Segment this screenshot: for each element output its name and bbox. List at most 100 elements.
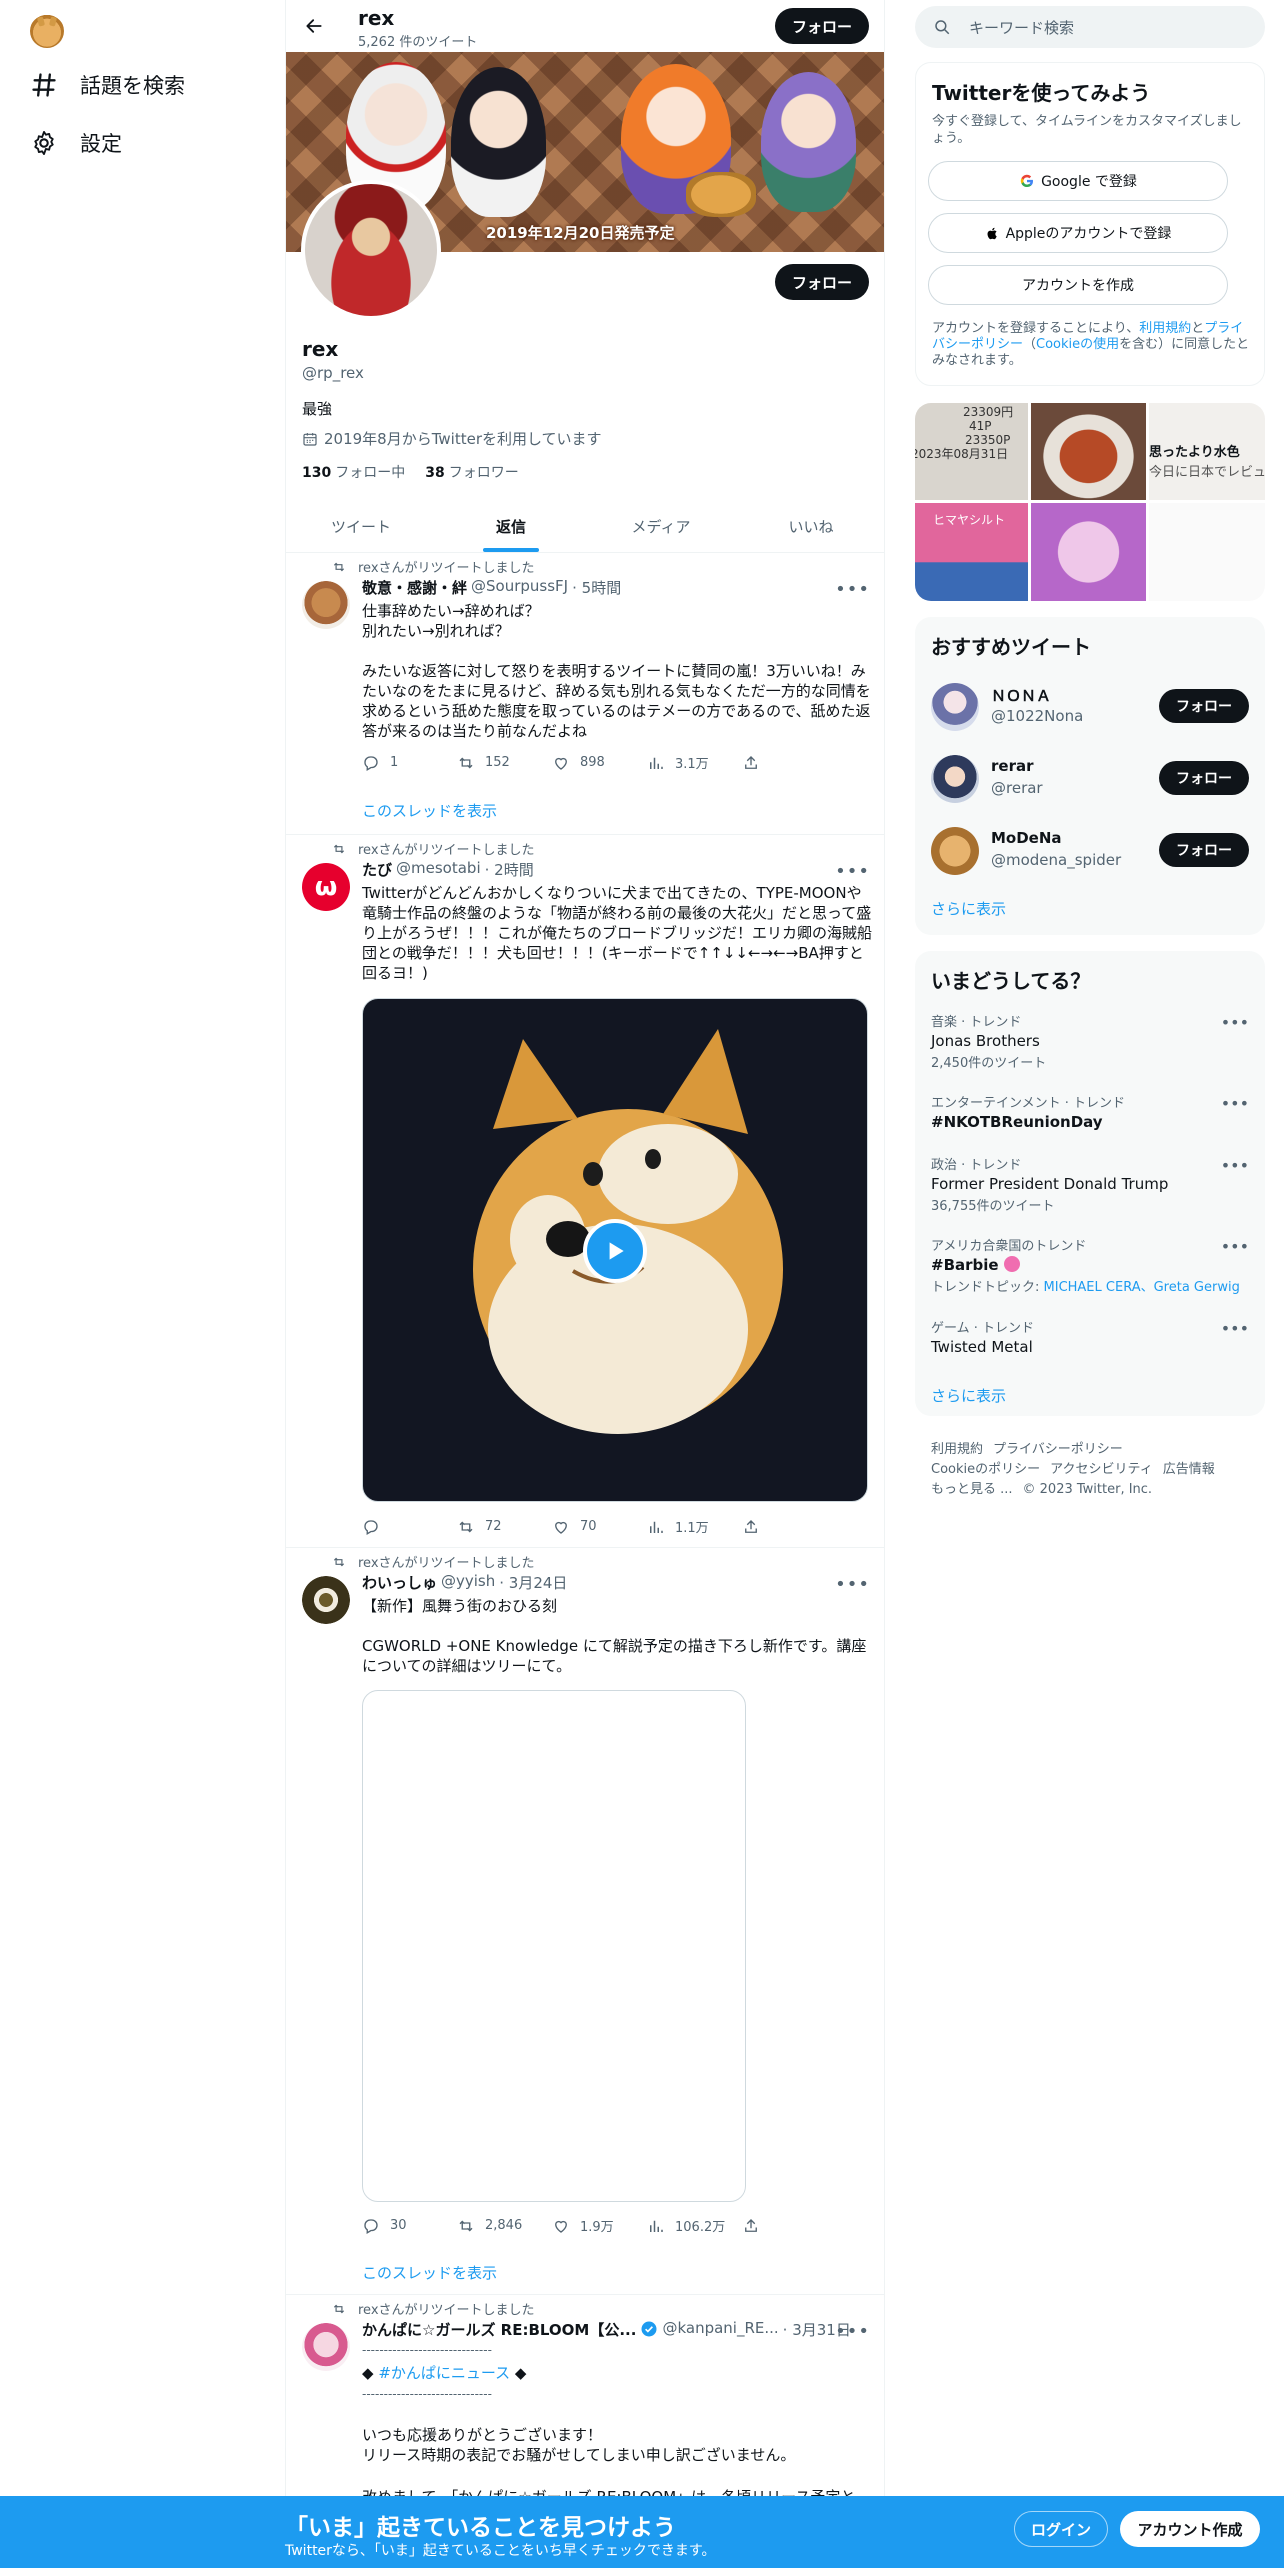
tweet-time[interactable]: · 5時間 bbox=[572, 577, 621, 598]
tweet[interactable]: rexさんがリツイートしました 敬意・感謝・絆 @SourpussFJ · 5時… bbox=[286, 553, 884, 835]
hashtag-link[interactable]: #かんぱにニュース bbox=[378, 2364, 510, 2382]
media-photo-receipt[interactable]: 23309円 41P 23350P 2023年08月31日 bbox=[915, 403, 1028, 500]
follow-button[interactable]: フォロー bbox=[775, 264, 869, 300]
share-button[interactable] bbox=[742, 2216, 837, 2235]
suggestion-avatar[interactable] bbox=[931, 683, 979, 731]
tweet-avatar[interactable] bbox=[302, 581, 350, 629]
suggestion-name[interactable]: rerar bbox=[991, 757, 1034, 775]
suggestion-avatar[interactable] bbox=[931, 755, 979, 803]
more-icon[interactable]: ••• bbox=[835, 579, 870, 600]
media-photo-food[interactable] bbox=[1031, 403, 1146, 500]
more-icon[interactable]: ••• bbox=[1221, 1013, 1249, 1032]
topbar-follow-button[interactable]: フォロー bbox=[775, 8, 869, 44]
create-account-button[interactable]: アカウントを作成 bbox=[928, 265, 1228, 305]
tweet-avatar[interactable] bbox=[302, 1576, 350, 1624]
play-button[interactable] bbox=[583, 1219, 647, 1283]
trend-item[interactable]: ゲーム · トレンド Twisted Metal ••• bbox=[931, 1317, 1249, 1356]
more-icon[interactable]: ••• bbox=[835, 2321, 870, 2342]
trend-item[interactable]: アメリカ合衆国のトレンド #Barbie トレンドトピック: MICHAEL C… bbox=[931, 1235, 1249, 1295]
search-box[interactable]: キーワード検索 bbox=[915, 6, 1265, 48]
profile-avatar[interactable] bbox=[301, 180, 441, 320]
tweet[interactable]: rexさんがリツイートしました ω たび @mesotabi · 2時間 •••… bbox=[286, 835, 884, 1548]
suggestion-item[interactable]: rerar @rerar フォロー bbox=[931, 751, 1249, 807]
tweet-avatar[interactable] bbox=[302, 2323, 350, 2371]
tweet-author-handle[interactable]: @mesotabi bbox=[396, 859, 481, 880]
media-photo-text[interactable]: 思ったより水色 今日に日本でレビュー bbox=[1149, 403, 1265, 500]
trends-show-more[interactable]: さらに表示 bbox=[931, 1385, 1006, 1406]
suggestion-item[interactable]: ＮＯＮＡ @1022Nona フォロー bbox=[931, 679, 1249, 735]
tab-tweets[interactable]: ツイート bbox=[286, 500, 436, 552]
tweet-author-name[interactable]: かんぱに☆ガールズ RE:BLOOM【公... bbox=[362, 2319, 636, 2340]
login-button[interactable]: ログイン bbox=[1014, 2511, 1108, 2547]
suggestion-avatar[interactable] bbox=[931, 827, 979, 875]
reply-button[interactable] bbox=[362, 1517, 457, 1536]
trend-topic-links[interactable]: MICHAEL CERA、Greta Gerwig bbox=[1044, 1280, 1240, 1295]
views-button[interactable]: 3.1万 bbox=[647, 753, 742, 772]
footer-accessibility[interactable]: アクセシビリティ bbox=[1050, 1462, 1153, 1477]
tweet-author-name[interactable]: 敬意・感謝・絆 bbox=[362, 577, 467, 598]
suggestion-item[interactable]: MoDeNa @modena_spider フォロー bbox=[931, 823, 1249, 879]
show-thread-link[interactable]: このスレッドを表示 bbox=[362, 2262, 497, 2283]
tweet[interactable]: rexさんがリツイートしました わいっしゅ @yyish · 3月24日 •••… bbox=[286, 1548, 884, 2295]
suggestion-name[interactable]: MoDeNa bbox=[991, 829, 1062, 847]
terms-link[interactable]: 利用規約 bbox=[1139, 321, 1191, 336]
trend-item[interactable]: エンターテインメント · トレンド #NKOTBReunionDay ••• bbox=[931, 1092, 1249, 1131]
tweet-author-name[interactable]: わいっしゅ bbox=[362, 1572, 437, 1593]
signup-button[interactable]: アカウント作成 bbox=[1120, 2511, 1260, 2547]
tab-likes[interactable]: いいね bbox=[736, 500, 884, 552]
reply-button[interactable]: 1 bbox=[362, 753, 457, 772]
nav-explore[interactable]: 話題を検索 bbox=[30, 70, 185, 100]
search-input[interactable]: キーワード検索 bbox=[969, 17, 1074, 38]
show-thread-link[interactable]: このスレッドを表示 bbox=[362, 800, 497, 821]
footer-privacy[interactable]: プライバシーポリシー bbox=[993, 1442, 1123, 1457]
more-icon[interactable]: ••• bbox=[835, 861, 870, 882]
tweet-author-handle[interactable]: @yyish bbox=[441, 1572, 495, 1593]
tweet-video[interactable] bbox=[362, 998, 868, 1502]
suggestion-follow-button[interactable]: フォロー bbox=[1159, 761, 1249, 795]
trend-item[interactable]: 政治 · トレンド Former President Donald Trump … bbox=[931, 1154, 1249, 1214]
cookie-link[interactable]: Cookieの使用 bbox=[1036, 337, 1119, 352]
google-signup-button[interactable]: Google で登録 bbox=[928, 161, 1228, 201]
tweet-time[interactable]: · 3月24日 bbox=[499, 1572, 567, 1593]
doge-logo-icon[interactable] bbox=[30, 14, 64, 48]
share-button[interactable] bbox=[742, 753, 837, 772]
tweet-author-handle[interactable]: @kanpani_RE... bbox=[662, 2319, 778, 2340]
tweet-author-name[interactable]: たび bbox=[362, 859, 392, 880]
tweet-author-handle[interactable]: @SourpussFJ bbox=[471, 577, 568, 598]
footer-more[interactable]: もっと見る ... bbox=[931, 1482, 1013, 1497]
followers-link[interactable]: 38 フォロワー bbox=[425, 462, 518, 482]
retweet-button[interactable]: 152 bbox=[457, 753, 552, 772]
tweet-image[interactable] bbox=[362, 1690, 746, 2202]
more-icon[interactable]: ••• bbox=[1221, 1237, 1249, 1256]
footer-cookie[interactable]: Cookieのポリシー bbox=[931, 1462, 1040, 1477]
recommended-show-more[interactable]: さらに表示 bbox=[931, 898, 1006, 919]
tab-replies[interactable]: 返信 bbox=[436, 500, 586, 552]
more-icon[interactable]: ••• bbox=[1221, 1319, 1249, 1338]
more-icon[interactable]: ••• bbox=[1221, 1156, 1249, 1175]
tab-media[interactable]: メディア bbox=[586, 500, 736, 552]
like-button[interactable]: 1.9万 bbox=[552, 2216, 647, 2235]
suggestion-name[interactable]: ＮＯＮＡ bbox=[991, 685, 1051, 706]
retweet-button[interactable]: 72 bbox=[457, 1517, 552, 1536]
back-button[interactable] bbox=[300, 12, 328, 40]
nav-settings[interactable]: 設定 bbox=[30, 128, 122, 158]
following-link[interactable]: 130 フォロー中 bbox=[302, 462, 405, 482]
footer-terms[interactable]: 利用規約 bbox=[931, 1442, 983, 1457]
tweet-time[interactable]: · 2時間 bbox=[485, 859, 534, 880]
media-photo-character[interactable] bbox=[1031, 503, 1146, 601]
apple-signup-button[interactable]: Appleのアカウントで登録 bbox=[928, 213, 1228, 253]
footer-ads[interactable]: 広告情報 bbox=[1163, 1462, 1215, 1477]
views-button[interactable]: 1.1万 bbox=[647, 1517, 742, 1536]
media-photo-bottle[interactable]: ヒマヤシルト bbox=[915, 503, 1028, 601]
suggestion-follow-button[interactable]: フォロー bbox=[1159, 689, 1249, 723]
tweet-avatar[interactable]: ω bbox=[302, 863, 350, 911]
suggestion-follow-button[interactable]: フォロー bbox=[1159, 833, 1249, 867]
more-icon[interactable]: ••• bbox=[835, 1574, 870, 1595]
views-button[interactable]: 106.2万 bbox=[647, 2216, 742, 2235]
like-button[interactable]: 898 bbox=[552, 753, 647, 772]
more-icon[interactable]: ••• bbox=[1221, 1094, 1249, 1113]
trend-item[interactable]: 音楽 · トレンド Jonas Brothers 2,450件のツイート ••• bbox=[931, 1011, 1249, 1071]
like-button[interactable]: 70 bbox=[552, 1517, 647, 1536]
retweet-button[interactable]: 2,846 bbox=[457, 2216, 552, 2235]
media-photo-sketch[interactable] bbox=[1149, 503, 1265, 601]
